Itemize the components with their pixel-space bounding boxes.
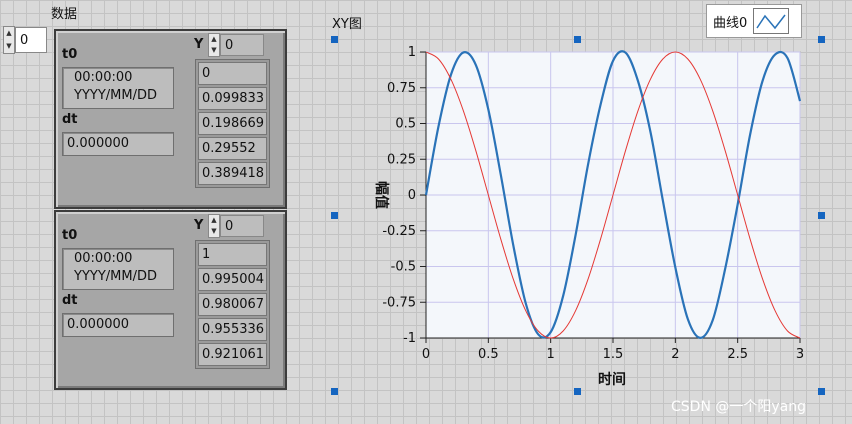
dt-field[interactable]: 0.000000	[62, 132, 174, 156]
y-index-control[interactable]: ▲ ▼ 0	[208, 33, 264, 57]
t0-time: 00:00:00	[74, 251, 133, 266]
y-value-cell[interactable]: 0.980067	[198, 293, 267, 316]
y-values-list: 1 0.995004 0.980067 0.955336 0.921061	[195, 240, 270, 369]
x-tick-label: 1.5	[603, 347, 624, 362]
dt-field[interactable]: 0.000000	[62, 313, 174, 337]
y-label: Y	[194, 37, 204, 52]
x-tick-label: 1	[547, 347, 555, 362]
spin-down-icon[interactable]: ▼	[6, 43, 11, 50]
y-tick-label: -0.25	[382, 224, 416, 239]
resize-handle[interactable]	[818, 36, 825, 43]
t0-timestamp-field[interactable]: 00:00:00 YYYY/MM/DD	[62, 67, 174, 109]
x-tick-label: 3	[796, 347, 804, 362]
legend-label: 曲线0	[713, 15, 748, 31]
y-value-cell[interactable]: 0.955336	[198, 318, 267, 341]
x-tick-label: 2.5	[727, 347, 748, 362]
t0-date: YYYY/MM/DD	[74, 88, 157, 103]
plot-legend[interactable]: 曲线0	[706, 4, 802, 38]
y-value-cell[interactable]: 0	[198, 62, 267, 85]
y-value-cell[interactable]: 0.995004	[198, 268, 267, 291]
y-index-input[interactable]: 0	[220, 34, 264, 56]
series-line-sine	[424, 50, 802, 339]
y-value-cell[interactable]: 0.198669	[198, 112, 267, 135]
x-tick-label: 2	[671, 347, 679, 362]
t0-label: t0	[62, 228, 78, 243]
spin-up-icon[interactable]: ▲	[6, 30, 11, 37]
y-value-cell[interactable]: 1	[198, 243, 267, 266]
y-index-control[interactable]: ▲ ▼ 0	[208, 214, 264, 238]
series-line-cosine	[425, 51, 801, 339]
y-tick-label: 0	[408, 188, 416, 203]
t0-time: 00:00:00	[74, 70, 133, 85]
waveform-cluster-2: t0 00:00:00 YYYY/MM/DD dt 0.000000 Y ▲ ▼ …	[54, 210, 287, 390]
x-tick-label: 0	[422, 347, 430, 362]
resize-handle[interactable]	[574, 388, 581, 395]
y-index-spinner[interactable]: ▲ ▼	[208, 214, 220, 238]
t0-label: t0	[62, 47, 78, 62]
dt-label: dt	[62, 293, 78, 308]
resize-handle[interactable]	[818, 212, 825, 219]
y-tick-label: 1	[408, 45, 416, 60]
array-index-control[interactable]: ▲ ▼ 0	[3, 26, 47, 54]
array-index-spinner[interactable]: ▲ ▼	[3, 26, 15, 54]
dt-label: dt	[62, 112, 78, 127]
x-axis-title: 时间	[598, 371, 626, 388]
array-index-input[interactable]: 0	[15, 27, 47, 53]
y-value-cell[interactable]: 0.29552	[198, 137, 267, 160]
t0-date: YYYY/MM/DD	[74, 269, 157, 284]
y-tick-label: 0.25	[387, 152, 416, 167]
resize-handle[interactable]	[574, 36, 581, 43]
resize-handle[interactable]	[331, 36, 338, 43]
y-value-cell[interactable]: 0.389418	[198, 162, 267, 185]
y-value-cell[interactable]: 0.099833	[198, 87, 267, 110]
resize-handle[interactable]	[818, 388, 825, 395]
spin-up-icon[interactable]: ▲	[211, 217, 216, 224]
y-axis-title: 幅值	[373, 181, 390, 209]
y-values-list: 0 0.099833 0.198669 0.29552 0.389418	[195, 59, 270, 188]
spin-up-icon[interactable]: ▲	[211, 36, 216, 43]
y-index-spinner[interactable]: ▲ ▼	[208, 33, 220, 57]
legend-line-icon	[753, 8, 790, 34]
y-tick-label: -1	[403, 331, 416, 346]
y-tick-label: -0.75	[382, 295, 416, 310]
y-value-cell[interactable]: 0.921061	[198, 343, 267, 366]
spin-down-icon[interactable]: ▼	[211, 228, 216, 235]
resize-handle[interactable]	[331, 388, 338, 395]
graph-title: XY图	[332, 17, 362, 32]
resize-handle[interactable]	[331, 212, 338, 219]
y-index-input[interactable]: 0	[220, 215, 264, 237]
y-tick-label: -0.5	[391, 260, 416, 275]
watermark: CSDN @一个阳yang	[671, 399, 806, 415]
y-tick-label: 0.75	[387, 81, 416, 96]
y-label: Y	[194, 218, 204, 233]
array-label: 数据	[51, 7, 78, 22]
t0-timestamp-field[interactable]: 00:00:00 YYYY/MM/DD	[62, 248, 174, 290]
x-tick-label: 0.5	[478, 347, 499, 362]
waveform-cluster-1: t0 00:00:00 YYYY/MM/DD dt 0.000000 Y ▲ ▼ …	[54, 29, 287, 209]
spin-down-icon[interactable]: ▼	[211, 47, 216, 54]
y-tick-label: 0.5	[395, 117, 416, 132]
plot-area	[425, 51, 801, 339]
